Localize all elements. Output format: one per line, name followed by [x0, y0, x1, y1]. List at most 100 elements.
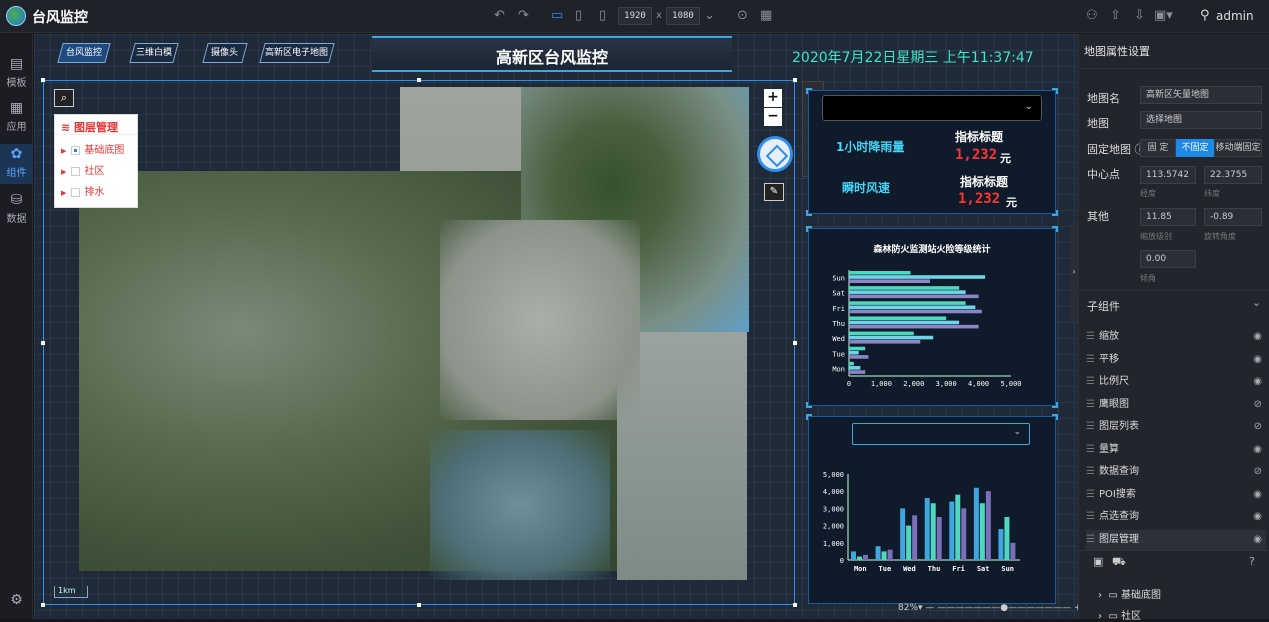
child-component-item[interactable]: ☰ 平移 ◉	[1086, 350, 1266, 370]
drag-handle-icon[interactable]: ☰	[1086, 489, 1095, 500]
latitude-input[interactable]: 22.3755	[1204, 166, 1262, 184]
nav-components[interactable]: ✿ 组件	[0, 144, 33, 184]
bar	[849, 275, 986, 279]
drag-handle-icon[interactable]: ☰	[1086, 376, 1095, 387]
tree-item[interactable]: › ▭ 社区	[1098, 607, 1141, 622]
checkbox[interactable]	[71, 145, 81, 155]
zoom-out-button[interactable]: −	[764, 108, 782, 126]
checkbox[interactable]	[71, 187, 81, 197]
drag-handle-icon[interactable]: ☰	[1086, 331, 1095, 342]
tab-typhoon[interactable]: 台风监控	[57, 43, 111, 63]
map-select[interactable]: 选择地图	[1140, 111, 1262, 129]
zoom-in-button[interactable]: +	[764, 89, 782, 107]
chevron-down-icon[interactable]: ⌄	[1252, 296, 1261, 309]
child-component-item[interactable]: ☰ 图层列表 ⊘	[1086, 417, 1266, 437]
undo-icon[interactable]: ↶	[494, 8, 505, 24]
tick-label: Tue	[879, 565, 892, 573]
chevron-down-icon[interactable]: ⌄	[704, 8, 715, 24]
rotation-input[interactable]: -0.89	[1204, 208, 1262, 226]
fixed-option[interactable]: 固 定	[1140, 139, 1176, 157]
layer-item[interactable]: ▶ 基础底图	[61, 144, 124, 158]
delete-layer-icon[interactable]: ⛟	[1112, 555, 1126, 570]
resize-handle[interactable]	[417, 78, 421, 82]
layer-item[interactable]: ▶ 排水	[61, 186, 104, 200]
tab-electronic-map[interactable]: 高新区电子地图	[259, 43, 335, 63]
nav-template[interactable]: ▤ 模板	[0, 56, 33, 89]
bar	[973, 487, 979, 560]
tree-item[interactable]: › ▭ 基础底图	[1098, 586, 1161, 601]
upload-icon[interactable]: ⇧	[1110, 8, 1121, 24]
eye-icon[interactable]: ◉	[1253, 440, 1262, 460]
drag-handle-icon[interactable]: ☰	[1086, 466, 1095, 477]
resize-handle[interactable]	[41, 341, 45, 345]
resize-handle[interactable]	[793, 341, 797, 345]
chart-dropdown[interactable]: ⌄	[852, 423, 1030, 445]
layer-item[interactable]: ▶ 社区	[61, 165, 104, 179]
child-component-item[interactable]: ☰ 比例尺 ◉	[1086, 372, 1266, 392]
width-input[interactable]: 1920	[618, 7, 652, 25]
ruler-icon[interactable]: ✎	[764, 183, 784, 201]
tab-camera[interactable]: 摄像头	[202, 43, 248, 63]
resize-handle[interactable]	[793, 78, 797, 82]
eye-icon[interactable]: ◉	[1253, 485, 1262, 505]
kpi-dropdown[interactable]: ⌄	[822, 95, 1042, 121]
map-name-label: 地图名	[1087, 92, 1120, 105]
redo-icon[interactable]: ↷	[518, 8, 529, 24]
horizontal-bar-chart: Sun Sat Fri Thu Wed Tue Mon0 1,000 2,000 3,000 4,0…	[832, 270, 1022, 388]
phone-icon[interactable]: ▯	[599, 8, 606, 24]
child-component-item[interactable]: ☰ 图层管理 ◉	[1086, 529, 1266, 550]
nav-apps[interactable]: ▦ 应用	[0, 100, 33, 133]
desktop-icon[interactable]: ▭	[551, 8, 563, 24]
eye-icon[interactable]: ◉	[1253, 350, 1262, 370]
eye-icon[interactable]: ◉	[1253, 327, 1262, 347]
child-component-item[interactable]: ☰ 量算 ◉	[1086, 440, 1266, 460]
checkbox[interactable]	[71, 166, 81, 176]
save-icon[interactable]: ▣▾	[1154, 8, 1173, 24]
child-component-item[interactable]: ☰ 数据查询 ⊘	[1086, 462, 1266, 482]
drag-handle-icon[interactable]: ☰	[1086, 511, 1095, 522]
collapse-panel-icon[interactable]: ›	[1070, 222, 1078, 322]
eye-icon[interactable]: ◉	[1253, 507, 1262, 527]
search-icon[interactable]: ⌕	[54, 89, 74, 107]
eye-off-icon[interactable]: ⊘	[1254, 462, 1262, 482]
longitude-input[interactable]: 113.5742	[1140, 166, 1196, 184]
resize-handle[interactable]	[793, 603, 797, 607]
child-component-item[interactable]: ☰ 鹰眼图 ⊘	[1086, 395, 1266, 415]
drag-handle-icon[interactable]: ☰	[1086, 399, 1095, 410]
properties-title: 地图属性设置	[1084, 45, 1150, 58]
nav-data[interactable]: ⛁ 数据	[0, 192, 33, 225]
resize-handle[interactable]	[417, 603, 421, 607]
tablet-icon[interactable]: ▯	[575, 8, 582, 24]
play-icon[interactable]: ⊙	[737, 8, 748, 24]
child-component-item[interactable]: ☰ POI搜索 ◉	[1086, 485, 1266, 505]
qrcode-icon[interactable]: ▦	[760, 8, 772, 24]
drag-handle-icon[interactable]: ☰	[1086, 444, 1095, 455]
compass-icon[interactable]	[757, 136, 793, 172]
tab-3d-model[interactable]: 三维白模	[129, 43, 179, 63]
eye-icon[interactable]: ◉	[1253, 372, 1262, 392]
zoom-control[interactable]: 82%▾ — ———————●——————— +	[898, 603, 1082, 613]
fixed-option[interactable]: 不固定	[1176, 139, 1214, 157]
user-settings-icon[interactable]: ⚇	[1086, 8, 1098, 24]
height-input[interactable]: 1080	[666, 7, 700, 25]
drag-handle-icon[interactable]: ☰	[1086, 534, 1095, 545]
username[interactable]: admin	[1216, 8, 1254, 24]
help-icon[interactable]: ?	[1249, 555, 1255, 568]
eye-off-icon[interactable]: ⊘	[1254, 395, 1262, 415]
resize-handle[interactable]	[41, 603, 45, 607]
child-component-item[interactable]: ☰ 缩放 ◉	[1086, 327, 1266, 347]
eye-off-icon[interactable]: ⊘	[1254, 417, 1262, 437]
fixed-option[interactable]: 移动端固定	[1214, 139, 1262, 157]
add-layer-icon[interactable]: ▣	[1093, 555, 1103, 568]
settings-icon[interactable]: ⚙	[0, 592, 33, 610]
drag-handle-icon[interactable]: ☰	[1086, 421, 1095, 432]
eye-icon[interactable]: ◉	[1253, 530, 1262, 550]
resize-handle[interactable]	[41, 78, 45, 82]
drag-handle-icon[interactable]: ☰	[1086, 354, 1095, 365]
map-selection-frame[interactable]	[43, 80, 795, 605]
zoom-level-input[interactable]: 11.85	[1140, 208, 1196, 226]
child-component-item[interactable]: ☰ 点选查询 ◉	[1086, 507, 1266, 527]
map-name-input[interactable]: 高新区矢量地图	[1140, 86, 1262, 104]
download-icon[interactable]: ⇩	[1134, 8, 1145, 24]
pitch-input[interactable]: 0.00	[1140, 250, 1196, 268]
